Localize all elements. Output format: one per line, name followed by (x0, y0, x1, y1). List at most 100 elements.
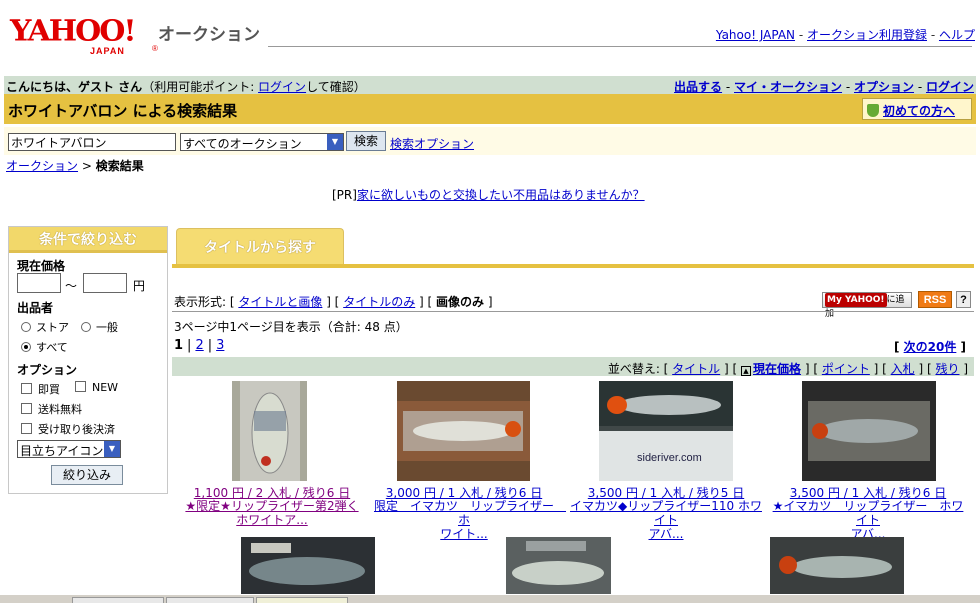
search-row: ホワイトアバロン すべてのオークション ▼ 検索 検索オプション (4, 127, 976, 155)
item-title[interactable]: ★限定★リップライザー第2弾く ホワイトア... (172, 499, 372, 527)
beginner-icon (867, 104, 879, 117)
item-thumbnail[interactable] (506, 537, 611, 594)
item-thumbnail[interactable] (770, 537, 904, 594)
sort-points-link[interactable]: ポイント (822, 362, 870, 376)
link-sell[interactable]: 出品する (674, 80, 722, 94)
breadcrumb-separator: > (81, 159, 92, 173)
display-title-image-link[interactable]: タイトルと画像 (238, 295, 322, 309)
radio-icon (81, 322, 91, 332)
chevron-down-icon[interactable]: ▼ (104, 441, 120, 457)
breadcrumb-root[interactable]: オークション (6, 159, 78, 173)
item-title-link[interactable]: アバ... (649, 527, 684, 541)
pr-banner: [PR]家に欲しいものと交換したい不用品はありませんか？ (332, 186, 645, 203)
display-label: 表示形式: (174, 295, 227, 309)
icon-select[interactable]: 目立ちアイコン ▼ (17, 440, 121, 458)
greeting-hello: こんにちは、ゲスト さん (6, 80, 143, 94)
page-count: 3ページ中1ページ目を表示（合計: 48 点） (174, 320, 408, 334)
item-title-link[interactable]: イマカツ◆リップライザー110 ホワイト (570, 499, 762, 527)
search-options-link[interactable]: 検索オプション (390, 135, 474, 152)
price-max-input[interactable] (83, 273, 127, 293)
add-to-my-yahoo-button[interactable]: My YAHOO! に追加 (822, 292, 912, 319)
item-title[interactable]: 限定 イマカツ リップライザー ホワイト... (364, 499, 566, 541)
seller-general-radio[interactable]: 一般 (81, 319, 118, 335)
sort-title-link[interactable]: タイトル (672, 362, 720, 376)
price-min-input[interactable] (17, 273, 61, 293)
service-title: オークション (158, 25, 260, 45)
divider (172, 311, 974, 312)
narrow-button[interactable]: 絞り込み (51, 465, 123, 485)
option-new-label: NEW (92, 381, 119, 394)
results-title-bar: ホワイトアバロン による検索結果 初めての方へ (4, 94, 976, 124)
first-time-button[interactable]: 初めての方へ (862, 98, 972, 120)
pr-link[interactable]: 家に欲しいものと交換したい不用品はありませんか？ (357, 188, 645, 202)
item-thumbnail[interactable] (397, 381, 530, 481)
page-link-3[interactable]: 3 (216, 338, 224, 353)
points-suffix: して確認） (306, 80, 366, 94)
item-title[interactable]: イマカツ◆リップライザー110 ホワイト アバ... (566, 499, 766, 541)
sort-remaining-link[interactable]: 残り (935, 362, 959, 376)
option-pay-after-checkbox[interactable]: 受け取り後決済 (21, 421, 115, 437)
item-thumbnail[interactable] (232, 381, 307, 481)
yahoo-japan-logo[interactable]: YAHOO! JAPAN ® (8, 12, 158, 56)
option-pay-after-label: 受け取り後決済 (38, 423, 115, 436)
points-login-link[interactable]: ログイン (258, 80, 306, 94)
link-register[interactable]: オークション利用登録 (807, 28, 927, 42)
breadcrumb: オークション > 検索結果 (6, 157, 144, 174)
display-image-only: 画像のみ (436, 295, 485, 309)
price-label: 現在価格 (17, 259, 66, 273)
search-button[interactable]: 検索 (346, 131, 386, 151)
checkbox-icon (21, 423, 32, 434)
price-yen: 円 (133, 279, 146, 293)
rss-button[interactable]: RSS (918, 291, 952, 308)
item-title-link[interactable]: ワイト... (440, 527, 487, 541)
help-icon[interactable]: ? (956, 291, 971, 308)
display-title-only-link[interactable]: タイトルのみ (343, 295, 415, 309)
sort-bar: 並べ替え: [ タイトル ] [ ▲ 現在価格 ] [ ポイント ] [ 入札 ]… (172, 357, 974, 376)
link-login[interactable]: ログイン (926, 80, 974, 94)
tab-title-search[interactable]: タイトルから探す (176, 228, 344, 264)
sort-price-link[interactable]: 現在価格 (753, 362, 801, 376)
option-free-shipping-checkbox[interactable]: 送料無料 (21, 401, 82, 417)
sort-asc-icon[interactable]: ▲ (741, 366, 751, 376)
seller-all-label: すべて (36, 341, 68, 354)
seller-store-radio[interactable]: ストア (21, 319, 69, 335)
item-title-link[interactable]: ホワイトア... (236, 513, 307, 527)
option-buynow-checkbox[interactable]: 即買 (21, 381, 60, 397)
pr-prefix: [PR] (332, 188, 357, 202)
item-thumbnail[interactable]: sideriver.com (599, 381, 733, 481)
item-thumbnail[interactable] (241, 537, 375, 594)
taskbar-item[interactable] (256, 597, 348, 603)
first-time-link[interactable]: 初めての方へ (883, 104, 955, 118)
page-title: ホワイトアバロン による検索結果 (8, 102, 238, 120)
category-select[interactable]: すべてのオークション ▼ (180, 133, 344, 151)
item-thumbnail[interactable] (802, 381, 936, 481)
points-prefix: （利用可能ポイント: (142, 80, 259, 94)
seller-all-radio[interactable]: すべて (21, 339, 68, 355)
sort-bids-link[interactable]: 入札 (891, 362, 915, 376)
seller-store-label: ストア (36, 321, 69, 334)
item-title-link[interactable]: ★イマカツ リップライザー ホワイト (773, 499, 964, 527)
chevron-down-icon[interactable]: ▼ (327, 134, 343, 150)
taskbar-item[interactable] (72, 597, 164, 603)
link-my-auction[interactable]: マイ・オークション (734, 80, 842, 94)
link-help[interactable]: ヘルプ (939, 28, 975, 42)
item-price-link[interactable]: 1,100 円 / 2 入札 / 残り6 日 (194, 486, 350, 500)
taskbar-item[interactable] (166, 597, 254, 603)
item-title-link[interactable]: 限定 イマカツ リップライザー ホ (374, 499, 566, 527)
item-price-link[interactable]: 3,500 円 / 1 入札 / 残り6 日 (790, 486, 946, 500)
item-title[interactable]: ★イマカツ リップライザー ホワイト アバ... (768, 499, 968, 541)
link-options[interactable]: オプション (854, 80, 914, 94)
filter-panel: 条件で絞り込む 現在価格 ～ 円 出品者 ストア 一般 すべて オプション 即買… (8, 226, 168, 494)
sideriver-logo-text: sideriver.com (637, 452, 702, 464)
checkbox-icon (75, 381, 86, 392)
link-yahoo-japan[interactable]: Yahoo! JAPAN (716, 28, 795, 42)
sort-label: 並べ替え: (607, 362, 660, 376)
item-price-link[interactable]: 3,000 円 / 1 入札 / 残り6 日 (386, 486, 542, 500)
option-new-checkbox[interactable]: NEW (75, 381, 118, 394)
page-link-2[interactable]: 2 (195, 338, 203, 353)
item-title-link[interactable]: ★限定★リップライザー第2弾く (185, 499, 358, 513)
greeting-text: こんにちは、ゲスト さん（利用可能ポイント: ログインして確認） (6, 78, 366, 95)
search-input[interactable]: ホワイトアバロン (8, 133, 176, 151)
next-page-link[interactable]: 次の20件 (904, 340, 957, 354)
item-price-link[interactable]: 3,500 円 / 1 入札 / 残り5 日 (588, 486, 744, 500)
